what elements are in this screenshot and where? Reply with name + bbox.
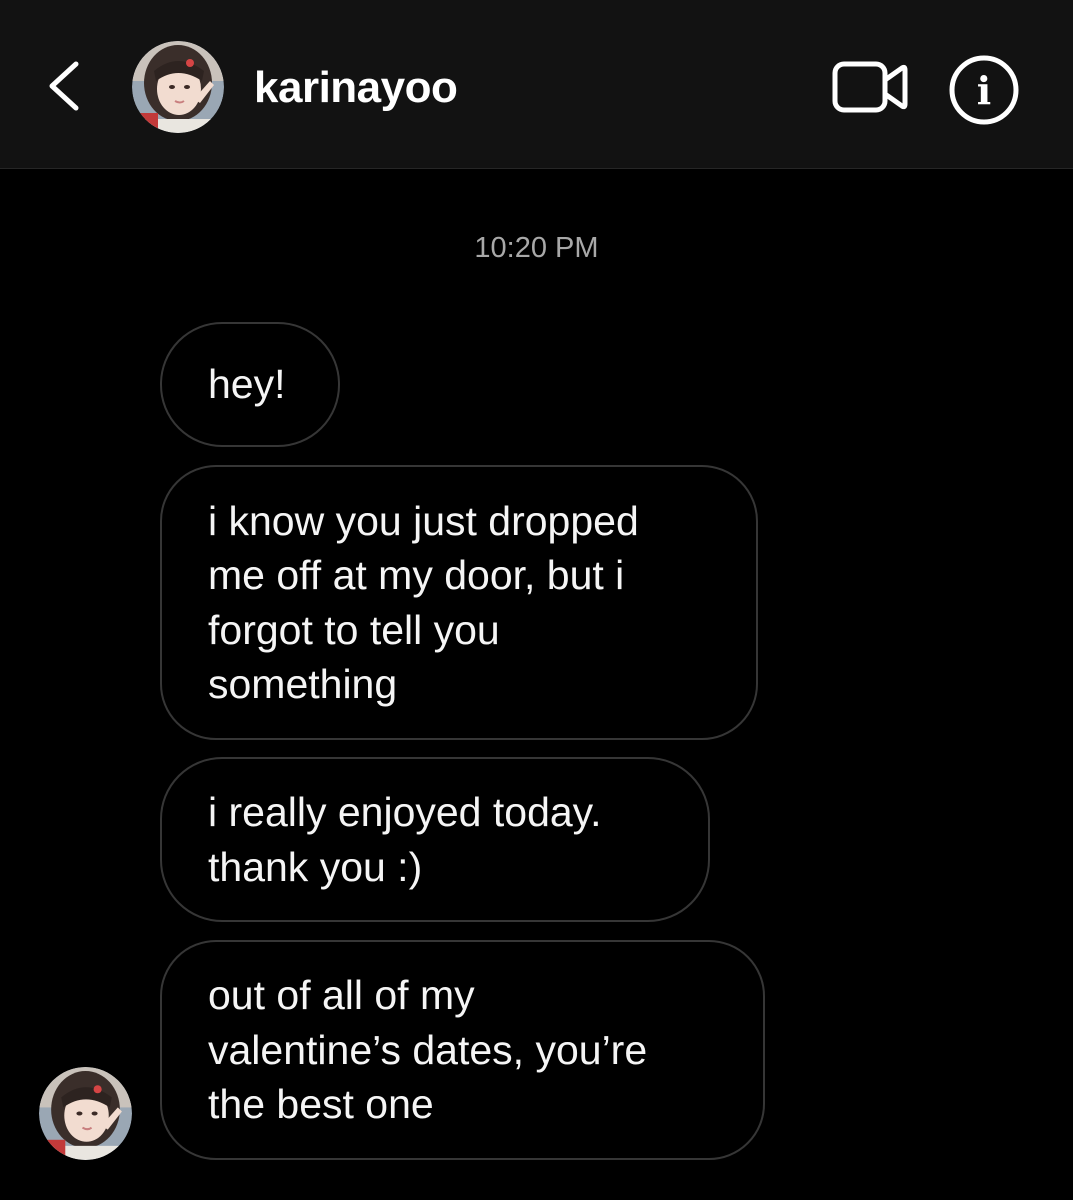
chevron-left-icon: [49, 61, 79, 111]
message-text: i know you just dropped me off at my doo…: [208, 497, 639, 708]
message-timestamp: 10:20 PM: [474, 232, 599, 264]
message-text: hey!: [208, 361, 286, 408]
sender-avatar[interactable]: [39, 1067, 132, 1160]
video-camera-icon: [832, 61, 908, 113]
thread-username[interactable]: karinayoo: [254, 60, 458, 116]
message-bubble[interactable]: hey!: [160, 322, 340, 447]
chat-header: karinayoo i: [0, 0, 1073, 169]
info-glyph: i: [977, 68, 991, 113]
message-text: out of all of my valentine’s dates, you’…: [208, 972, 648, 1128]
back-button[interactable]: [38, 50, 94, 122]
profile-photo: [132, 41, 224, 133]
video-call-button[interactable]: [830, 56, 910, 118]
profile-photo: [39, 1067, 132, 1160]
message-bubble[interactable]: out of all of my valentine’s dates, you’…: [160, 940, 765, 1160]
info-icon: i: [949, 55, 1019, 125]
avatar[interactable]: [132, 41, 224, 133]
info-button[interactable]: i: [946, 52, 1022, 128]
message-bubble[interactable]: i really enjoyed today. thank you :): [160, 757, 710, 922]
message-text: i really enjoyed today. thank you :): [208, 789, 602, 890]
message-bubble[interactable]: i know you just dropped me off at my doo…: [160, 465, 758, 740]
